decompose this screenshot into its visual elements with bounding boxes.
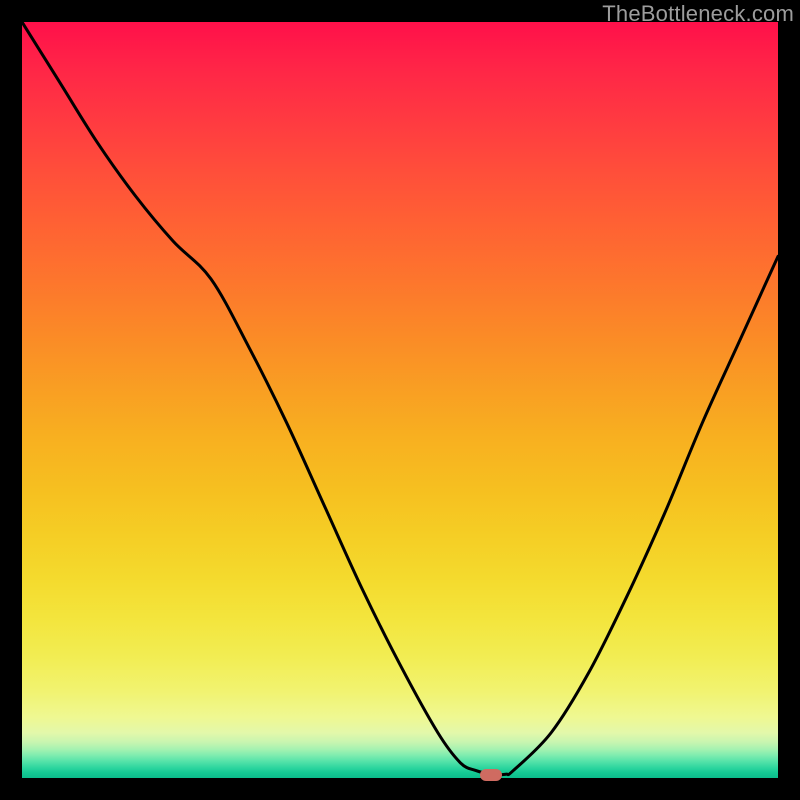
bottleneck-curve — [22, 22, 778, 778]
plot-area — [22, 22, 778, 778]
chart-frame: TheBottleneck.com — [0, 0, 800, 800]
attribution-text: TheBottleneck.com — [602, 1, 794, 27]
optimal-point-marker — [480, 769, 502, 781]
